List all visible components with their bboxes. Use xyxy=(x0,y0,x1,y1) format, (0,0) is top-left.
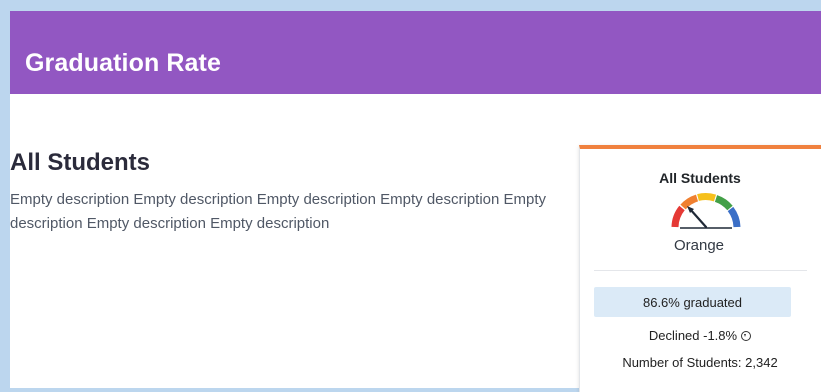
gauge-segment-orange xyxy=(680,194,699,210)
status-label: Orange xyxy=(673,237,725,254)
page: Graduation Rate All Students Empty descr… xyxy=(10,11,821,392)
header-banner: Graduation Rate xyxy=(10,11,821,94)
gauge-needle xyxy=(688,207,708,229)
change-text: Declined -1.8% xyxy=(648,328,738,343)
section-description: Empty description Empty description Empt… xyxy=(10,191,547,232)
student-count: Number of Students: 2,342 xyxy=(622,355,778,370)
arrow-down-circle-icon xyxy=(741,330,752,341)
graduation-rate-text: 86.6% graduated xyxy=(642,294,743,310)
gauge-segment-blue xyxy=(727,206,741,228)
gauge-segment-red xyxy=(671,205,685,228)
gauge-segment-yellow xyxy=(697,193,717,202)
card-divider xyxy=(594,270,807,271)
gauge-segment-green xyxy=(714,195,733,211)
gauge-icon xyxy=(671,193,741,229)
graduation-rate-badge: 86.6% graduated xyxy=(594,287,791,317)
page-title: Graduation Rate xyxy=(25,49,221,77)
section-title: All Students xyxy=(10,149,151,176)
change-indicator: Declined -1.8% xyxy=(580,328,820,343)
card-title: All Students xyxy=(659,170,741,186)
performance-card: All Students Orange 86.6% graduated Decl… xyxy=(579,145,821,392)
